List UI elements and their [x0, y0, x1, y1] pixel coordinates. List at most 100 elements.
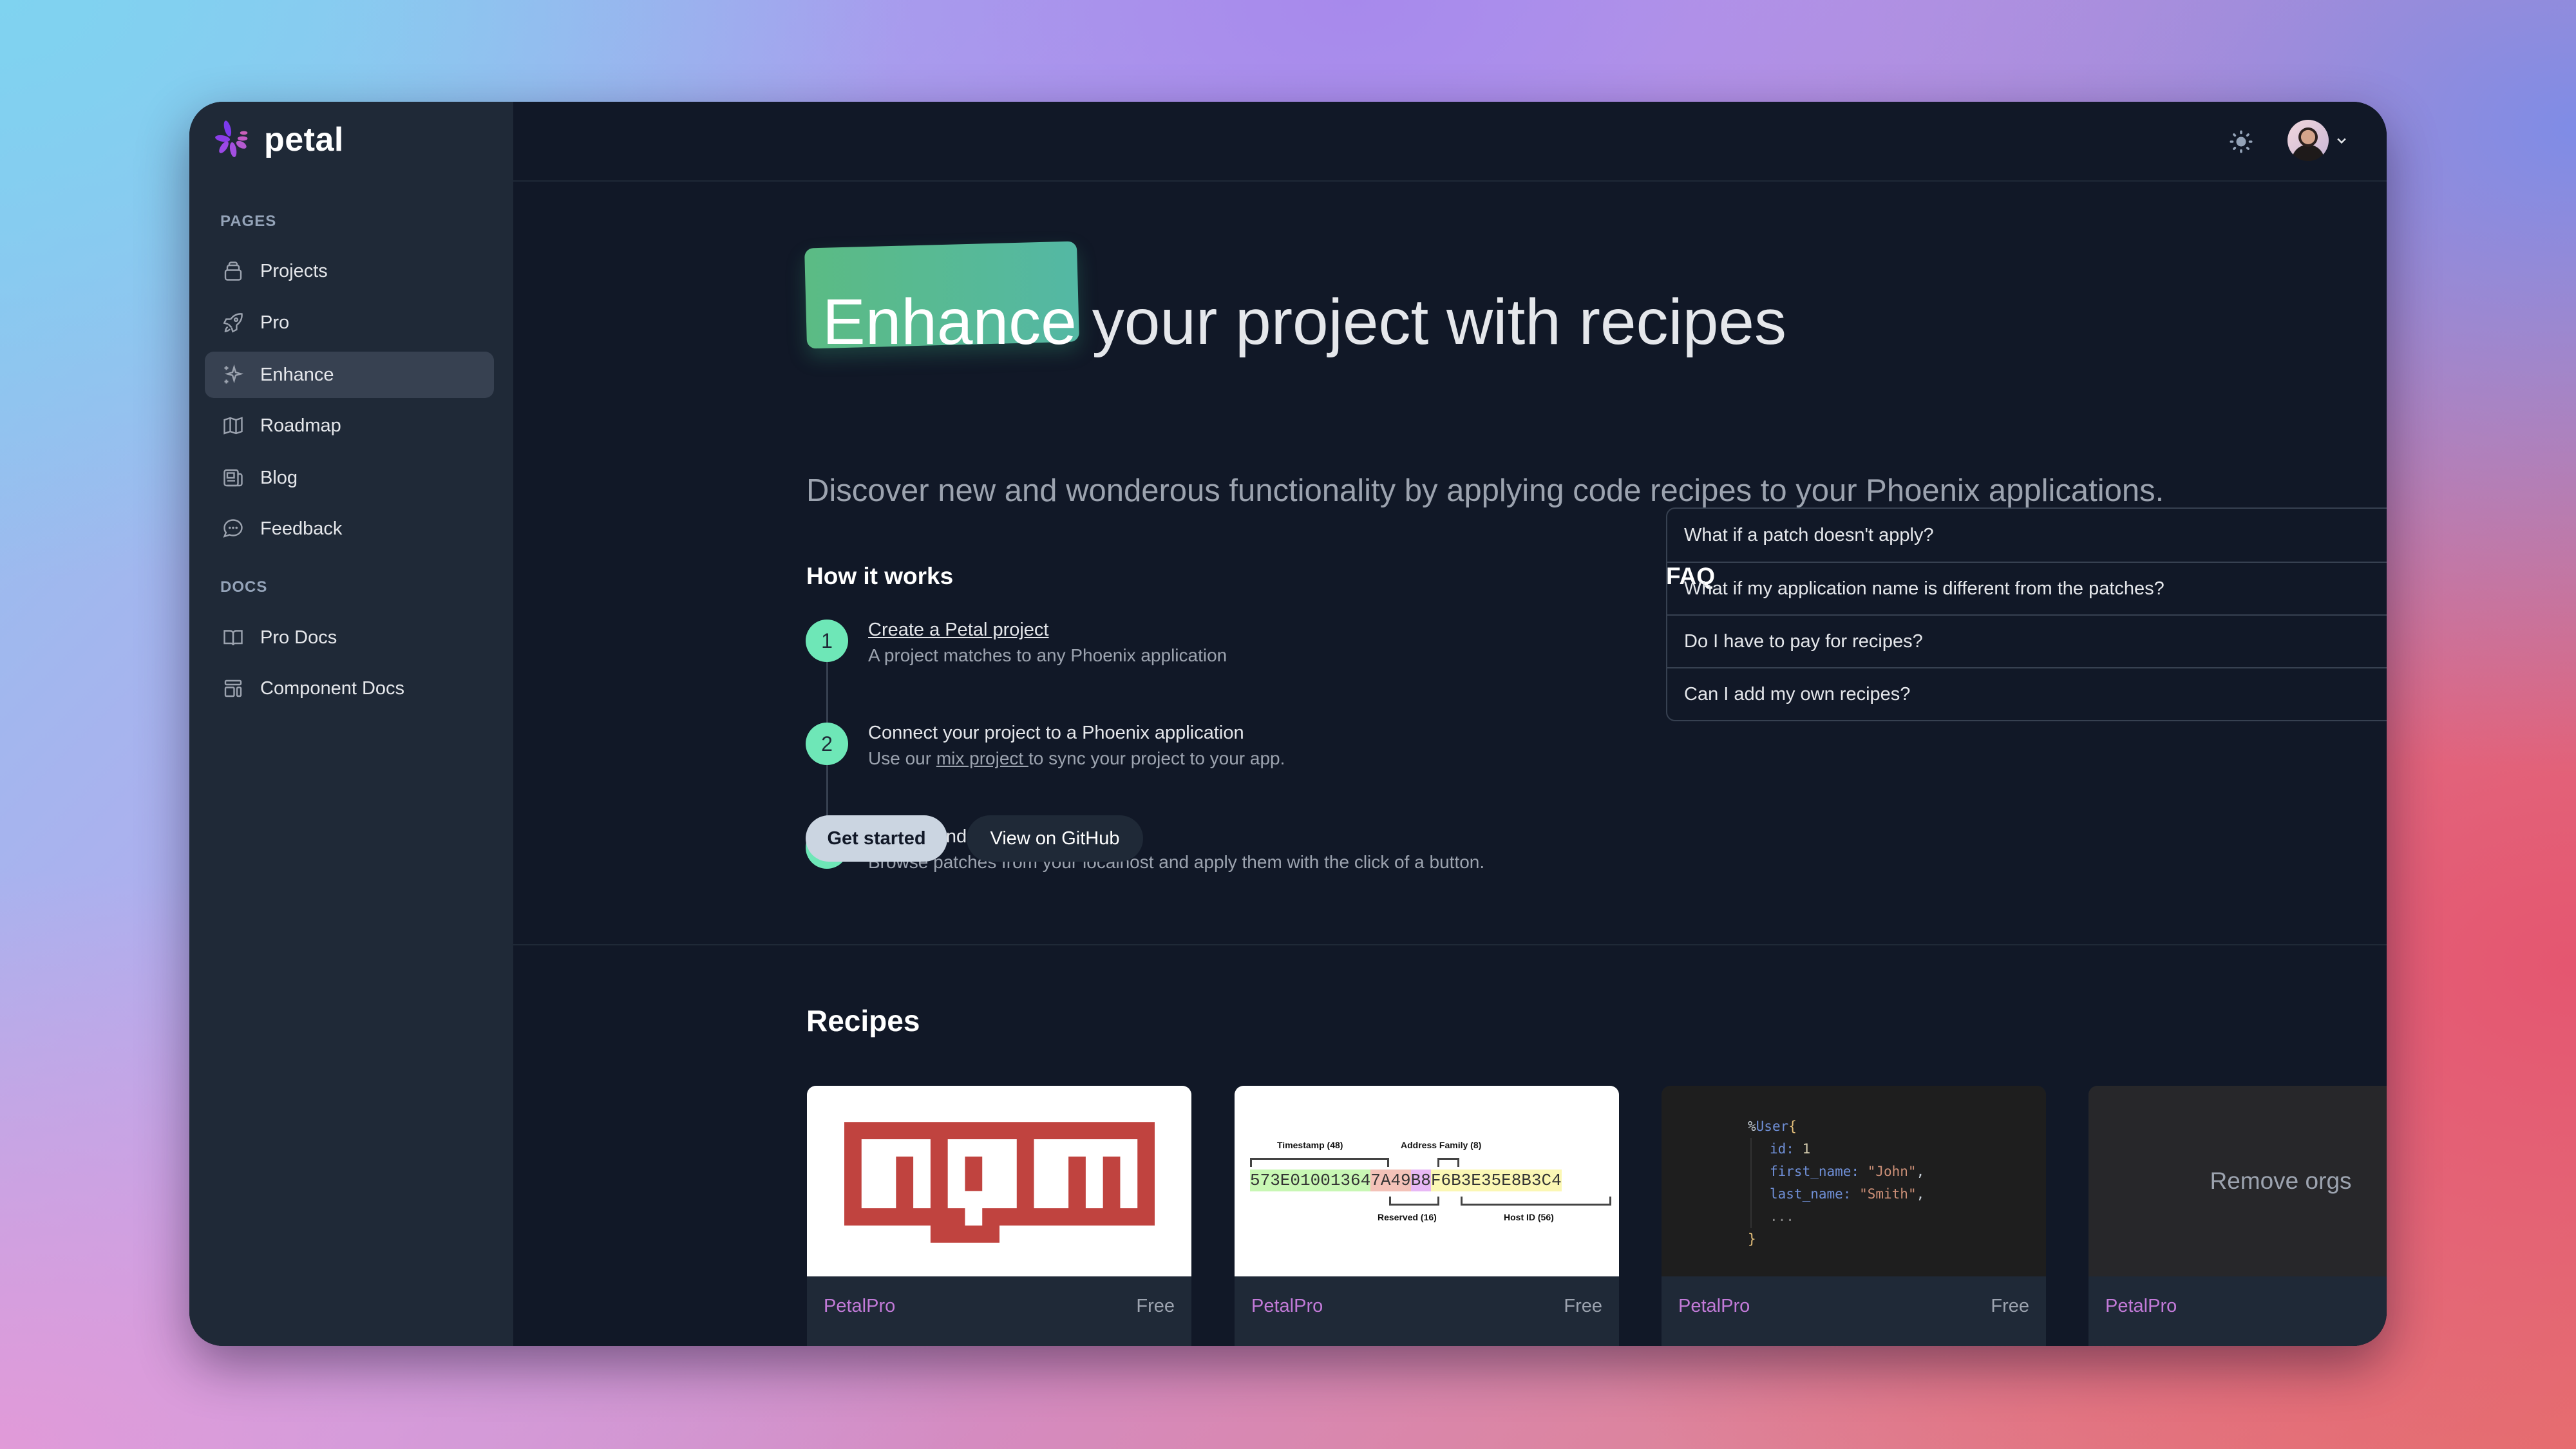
app-window: petal PAGES Projects Pro Enhance Roadmap…	[189, 102, 2387, 1346]
recipe-card[interactable]: Remove orgs PetalPro Free	[2088, 1086, 2387, 1346]
recipe-vendor: PetalPro	[1251, 1296, 1323, 1316]
npm-logo-image	[807, 1086, 1191, 1276]
sidebar-item-enhance[interactable]: Enhance	[205, 352, 494, 398]
recipe-card[interactable]: PetalPro Free	[807, 1086, 1191, 1346]
uuid-diagram-image: Timestamp (48) Address Family (8) 573E01…	[1235, 1086, 1619, 1276]
step-title: Connect your project to a Phoenix applic…	[868, 723, 1244, 743]
recipes-heading: Recipes	[806, 1004, 920, 1037]
sidebar-item-label: Component Docs	[260, 677, 405, 699]
sidebar-item-projects[interactable]: Projects	[205, 248, 494, 294]
code-struct-name: User	[1756, 1119, 1789, 1134]
logo[interactable]: petal	[215, 120, 344, 160]
code-ellipsis: ...	[1770, 1209, 1794, 1224]
code-brace: {	[1788, 1119, 1797, 1134]
recipe-card[interactable]: %User{ id: 1 first_name: "John", last_na…	[1662, 1086, 2046, 1346]
section-label-docs: DOCS	[220, 578, 268, 596]
faq-accordion: What if a patch doesn't apply? What if m…	[1666, 507, 2387, 721]
view-on-github-button[interactable]: View on GitHub	[967, 815, 1143, 862]
recipe-card[interactable]: Timestamp (48) Address Family (8) 573E01…	[1235, 1086, 1619, 1346]
sidebar-item-blog[interactable]: Blog	[205, 455, 494, 501]
recipe-price: Free	[1564, 1296, 1602, 1316]
mix-project-link[interactable]: mix project	[936, 748, 1028, 768]
faq-item[interactable]: What if a patch doesn't apply?	[1667, 509, 2387, 562]
diagram-label-timestamp: Timestamp (48)	[1277, 1140, 1343, 1150]
recipe-vendor: PetalPro	[2105, 1296, 2177, 1316]
hero-title-rest: your project with recipes	[1092, 286, 1787, 358]
recipe-placeholder-text: Remove orgs	[2210, 1168, 2352, 1194]
code-key: first_name:	[1770, 1164, 1860, 1179]
sidebar-item-component-docs[interactable]: Component Docs	[205, 665, 494, 712]
sidebar-item-pro-docs[interactable]: Pro Docs	[205, 614, 494, 661]
diagram-label-host-id: Host ID (56)	[1504, 1212, 1554, 1222]
step-description: A project matches to any Phoenix applica…	[868, 645, 1227, 665]
faq-item[interactable]: Do I have to pay for recipes?	[1667, 614, 2387, 667]
section-divider	[513, 944, 2387, 945]
diagram-bracket	[1437, 1158, 1459, 1167]
uuid-segment-host-id: F6B3E35E8B3C4	[1430, 1170, 1562, 1191]
uuid-segment-address-family: B8	[1410, 1170, 1431, 1191]
app-name: petal	[264, 121, 344, 158]
sidebar-item-pro[interactable]: Pro	[205, 299, 494, 346]
hero-highlight-word: Enhance	[822, 286, 1077, 358]
diagram-label-reserved: Reserved (16)	[1378, 1212, 1437, 1222]
create-petal-project-link[interactable]: Create a Petal project	[868, 620, 1048, 641]
recipe-vendor: PetalPro	[824, 1296, 896, 1316]
page-subtitle: Discover new and wonderous functionality…	[806, 473, 2164, 508]
step-description-text: to sync your project to your app.	[1028, 748, 1285, 768]
top-bar	[513, 102, 2387, 182]
sidebar-item-label: Pro	[260, 312, 290, 333]
sun-icon	[2230, 130, 2253, 153]
diagram-bracket	[1389, 1197, 1439, 1206]
recipe-price: Free	[1991, 1296, 2029, 1316]
recipe-card-footer: PetalPro Free	[1235, 1276, 1619, 1346]
page-title: Enhance your project with recipes	[822, 290, 1786, 354]
archive-icon	[224, 261, 242, 281]
recipe-vendor: PetalPro	[1678, 1296, 1750, 1316]
faq-item[interactable]: What if my application name is different…	[1667, 562, 2387, 614]
step-number: 1	[806, 620, 848, 662]
recipe-card-footer: PetalPro Free	[1662, 1276, 2046, 1346]
faq-question: What if my application name is different…	[1684, 578, 2164, 599]
main-content: Enhance your project with recipes Discove…	[513, 102, 2387, 1346]
faq-question: Do I have to pay for recipes?	[1684, 630, 1923, 652]
sidebar-item-roadmap[interactable]: Roadmap	[205, 402, 494, 449]
rocket-icon	[223, 313, 243, 333]
theme-toggle-button[interactable]	[2226, 126, 2257, 157]
petal-logo-icon	[215, 120, 248, 157]
code-snippet: %User{ id: 1 first_name: "John", last_na…	[1748, 1115, 1924, 1251]
sidebar-item-label: Roadmap	[260, 415, 341, 436]
diagram-bracket	[1461, 1197, 1611, 1206]
sidebar-item-label: Blog	[260, 467, 298, 488]
chat-bubble-icon	[223, 519, 243, 538]
sidebar: petal PAGES Projects Pro Enhance Roadmap…	[189, 102, 513, 1346]
diagram-bracket	[1250, 1158, 1389, 1167]
sidebar-item-label: Enhance	[260, 364, 334, 385]
uuid-segment-reserved: 7A49	[1370, 1170, 1411, 1191]
code-token: ,	[1916, 1186, 1925, 1202]
get-started-button[interactable]: Get started	[806, 815, 947, 862]
chevron-down-icon[interactable]	[2335, 134, 2348, 147]
uuid-value: 573E01001364 7A49 B8 F6B3E35E8B3C4	[1250, 1170, 1562, 1191]
faq-question: What if a patch doesn't apply?	[1684, 524, 1934, 545]
recipe-price: Free	[1136, 1296, 1175, 1316]
step-number: 2	[806, 723, 848, 765]
code-value: "John"	[1859, 1164, 1917, 1179]
sidebar-item-label: Feedback	[260, 518, 343, 539]
uuid-segment-timestamp: 573E01001364	[1250, 1170, 1371, 1191]
recipe-placeholder-image: Remove orgs	[2088, 1086, 2387, 1276]
npm-logo-icon	[844, 1122, 1155, 1243]
code-value: "Smith"	[1851, 1186, 1917, 1202]
sidebar-item-feedback[interactable]: Feedback	[205, 506, 494, 552]
user-avatar[interactable]	[2287, 120, 2329, 161]
faq-question: Can I add my own recipes?	[1684, 683, 1911, 705]
step-description: Browse patches from your localhost and a…	[868, 852, 1485, 872]
newspaper-icon	[223, 469, 243, 487]
diagram-label-address-family: Address Family (8)	[1401, 1140, 1482, 1150]
sidebar-item-label: Projects	[260, 260, 328, 281]
step-description: Use our mix project to sync your project…	[868, 748, 1285, 769]
code-snippet-image: %User{ id: 1 first_name: "John", last_na…	[1662, 1086, 2046, 1276]
step-description-text: Use our	[868, 748, 936, 768]
sparkles-icon	[224, 364, 244, 384]
faq-item[interactable]: Can I add my own recipes?	[1667, 667, 2387, 720]
section-label-pages: PAGES	[220, 213, 277, 230]
